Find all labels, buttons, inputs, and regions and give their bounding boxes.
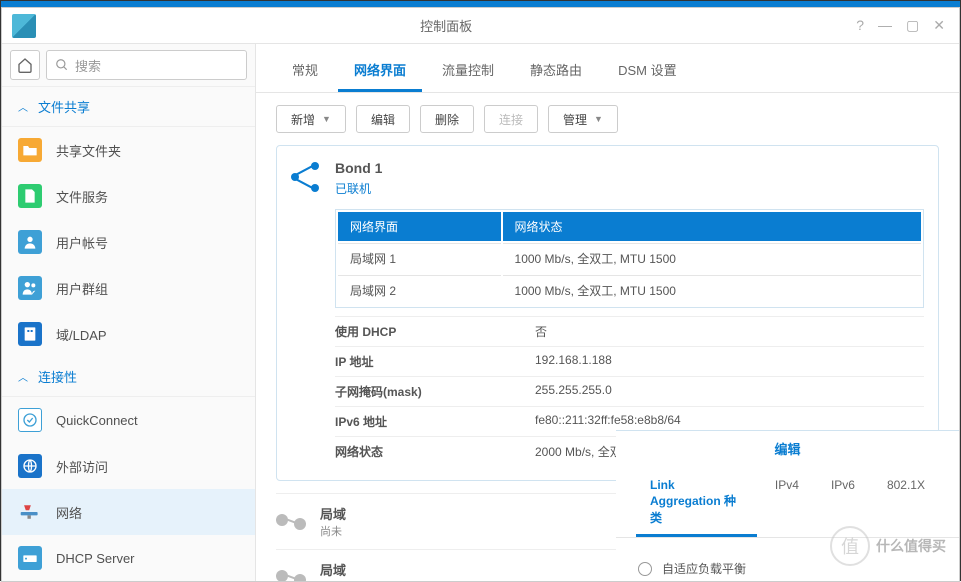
plug-icon [276, 512, 306, 532]
table-row: 局域网 11000 Mb/s, 全双工, MTU 1500 [338, 243, 921, 273]
sidebar-item-quickconnect[interactable]: QuickConnect [2, 397, 255, 443]
search-input[interactable]: 搜索 [46, 50, 247, 80]
home-button[interactable] [10, 50, 40, 80]
main-tabs: 常规 网络界面 流量控制 静态路由 DSM 设置 [256, 44, 959, 93]
table-row: 局域网 21000 Mb/s, 全双工, MTU 1500 [338, 275, 921, 305]
bond-name: Bond 1 [335, 160, 382, 176]
chevron-down-icon: ▼ [322, 114, 331, 124]
interface-table: 网络界面网络状态 局域网 11000 Mb/s, 全双工, MTU 1500 局… [335, 209, 924, 308]
search-icon [55, 58, 69, 72]
window-title: 控制面板 [36, 16, 856, 35]
tab-dsm-settings[interactable]: DSM 设置 [602, 52, 693, 92]
edit-button[interactable]: 编辑 [356, 105, 410, 133]
chevron-up-icon: ︿ [18, 369, 28, 384]
dialog-title: 编辑 [616, 431, 959, 466]
sidebar-item-file-services[interactable]: 文件服务 [2, 173, 255, 219]
tab-general[interactable]: 常规 [276, 52, 334, 92]
sidebar-item-user[interactable]: 用户帐号 [2, 219, 255, 265]
main-content: 常规 网络界面 流量控制 静态路由 DSM 设置 新增▼ 编辑 删除 连接 管理… [256, 44, 959, 581]
qc-icon [22, 412, 38, 428]
sidebar-item-domain-ldap[interactable]: 域/LDAP [2, 311, 255, 357]
network-icon [19, 503, 41, 521]
sidebar-item-group[interactable]: 用户群组 [2, 265, 255, 311]
bond-icon [291, 162, 321, 192]
dialog-tab-link-aggregation[interactable]: Link Aggregation 种类 [636, 470, 757, 537]
folder-icon [22, 143, 38, 157]
sidebar-item-dhcp-server[interactable]: DHCP Server [2, 535, 255, 581]
tab-static-route[interactable]: 静态路由 [514, 52, 598, 92]
section-connectivity[interactable]: ︿ 连接性 [2, 357, 255, 397]
close-button[interactable]: ✕ [933, 17, 945, 34]
section-file-sharing[interactable]: ︿ 文件共享 [2, 87, 255, 127]
control-panel-window: 控制面板 ? — ▢ ✕ 搜索 ︿ 文件共享 [1, 7, 960, 582]
add-button[interactable]: 新增▼ [276, 105, 346, 133]
domain-icon [23, 326, 37, 342]
doc-icon [23, 188, 37, 204]
connect-button: 连接 [484, 105, 538, 133]
sidebar-item-network[interactable]: 网络 [2, 489, 255, 535]
dhcp-icon [22, 551, 38, 565]
app-icon [12, 14, 36, 38]
radio-icon [638, 562, 652, 576]
user-icon [22, 234, 38, 250]
sidebar-item-shared-folder[interactable]: 共享文件夹 [2, 127, 255, 173]
manage-button[interactable]: 管理▼ [548, 105, 618, 133]
minimize-button[interactable]: — [878, 17, 892, 34]
watermark: 值 什么值得买 [830, 526, 946, 566]
sidebar-item-external-access[interactable]: 外部访问 [2, 443, 255, 489]
help-button[interactable]: ? [856, 17, 864, 34]
chevron-down-icon: ▼ [594, 114, 603, 124]
tab-network-interface[interactable]: 网络界面 [338, 52, 422, 92]
users-icon [21, 280, 39, 296]
maximize-button[interactable]: ▢ [906, 17, 919, 34]
delete-button[interactable]: 删除 [420, 105, 474, 133]
sidebar: 搜索 ︿ 文件共享 共享文件夹 文件服务 用户帐号 用户群组 [2, 44, 256, 581]
tab-traffic-control[interactable]: 流量控制 [426, 52, 510, 92]
chevron-up-icon: ︿ [18, 99, 28, 114]
bond-status: 已联机 [335, 180, 382, 197]
home-icon [17, 57, 33, 73]
dialog-tab-ipv4[interactable]: IPv4 [761, 470, 813, 537]
globe-icon [22, 458, 38, 474]
plug-icon [276, 568, 306, 582]
